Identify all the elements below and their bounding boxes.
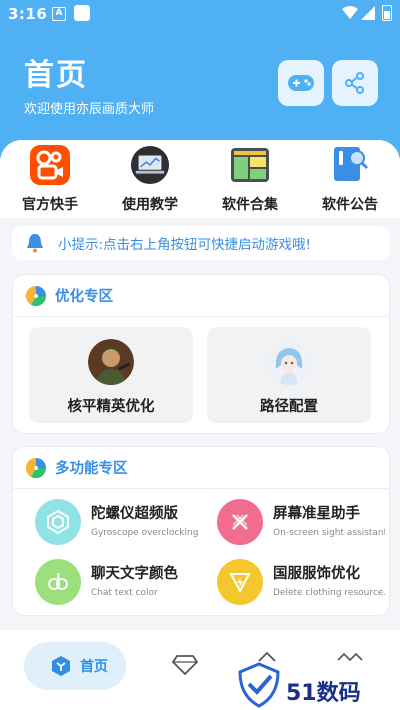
chat-text-color-feature[interactable]: 聊天文字颜色 Chat text color [35, 559, 205, 607]
optimize-section: 优化专区 核平精英优化 路径配置 [12, 274, 390, 434]
tile-tutorial[interactable]: 使用教学 [100, 144, 200, 216]
gyro-overclock-feature[interactable]: 陀螺仪超频版 Gyroscope overclocking [35, 499, 205, 547]
watermark-shield-icon [238, 662, 280, 708]
section-logo-icon [25, 457, 47, 478]
feature-desc: On-screen sight assistant [273, 528, 385, 538]
soldier-avatar-icon [88, 339, 134, 385]
tile-software-collection[interactable]: 软件合集 [200, 144, 300, 216]
nav-home-tab[interactable]: 首页 [24, 642, 126, 690]
feature-desc: Delete clothing resource... [273, 588, 385, 598]
wifi-icon [342, 6, 358, 19]
chat-color-icon [35, 559, 81, 605]
main-content: 官方快手 使用教学 软件合集 软件公告 小提示:点击右上角按钮可快捷启动游戏哦!… [0, 140, 400, 640]
crosshair-assistant-feature[interactable]: 屏幕准星助手 On-screen sight assistant [217, 499, 387, 547]
notice-search-icon [330, 144, 370, 186]
feature-desc: Gyroscope overclocking [91, 528, 199, 538]
status-bar: 3:16 A [0, 0, 400, 28]
tile-label: 软件合集 [222, 197, 278, 213]
signal-icon [361, 6, 375, 20]
notification-a-icon: A [52, 7, 66, 21]
home-cube-icon [52, 656, 70, 676]
feature-name: 屏幕准星助手 [273, 506, 360, 522]
tile-label: 软件公告 [322, 197, 378, 213]
crosshair-icon [217, 499, 263, 545]
clothing-optimize-feature[interactable]: 国服服饰优化 Delete clothing resource... [217, 559, 387, 607]
feature-name: 陀螺仪超频版 [91, 506, 178, 522]
battery-icon [382, 5, 392, 21]
feature-name: 国服服饰优化 [273, 566, 360, 582]
nav-more-icon[interactable] [336, 650, 364, 664]
tile-software-notice[interactable]: 软件公告 [300, 144, 400, 216]
share-icon [345, 72, 364, 94]
card-label: 路径配置 [260, 399, 318, 415]
notification-square-icon [74, 5, 90, 21]
section-header: 多功能专区 [13, 447, 389, 489]
multifunction-section: 多功能专区 陀螺仪超频版 Gyroscope overclocking 屏幕准星… [12, 446, 390, 616]
gyroscope-icon [35, 499, 81, 545]
tip-banner: 小提示:点击右上角按钮可快捷启动游戏哦! [12, 226, 390, 260]
anime-girl-avatar-icon [266, 339, 312, 385]
section-title: 优化专区 [55, 289, 113, 305]
tip-text: 小提示:点击右上角按钮可快捷启动游戏哦! [58, 237, 311, 253]
nav-diamond-icon[interactable] [172, 654, 198, 676]
section-header: 优化专区 [13, 275, 389, 317]
lightning-shield-icon [217, 559, 263, 605]
tile-label: 使用教学 [122, 197, 178, 213]
collection-grid-icon [230, 144, 270, 186]
page-title: 首页 [24, 58, 88, 93]
nav-home-label: 首页 [80, 659, 108, 675]
feature-desc: Chat text color [91, 588, 158, 598]
page-subtitle: 欢迎使用亦辰画质大师 [24, 102, 155, 117]
kuaishou-icon [30, 144, 70, 186]
share-button[interactable] [332, 60, 378, 106]
watermark-text: 51数码 [286, 681, 361, 706]
launch-game-button[interactable] [278, 60, 324, 106]
tile-official-kuaishou[interactable]: 官方快手 [0, 144, 100, 216]
section-title: 多功能专区 [55, 461, 128, 477]
status-time: 3:16 [8, 5, 48, 23]
gamepad-icon [288, 75, 314, 91]
pubg-optimize-card[interactable]: 核平精英优化 [29, 327, 193, 423]
tutorial-laptop-icon [130, 144, 170, 186]
path-config-card[interactable]: 路径配置 [207, 327, 371, 423]
quick-tiles: 官方快手 使用教学 软件合集 软件公告 [0, 140, 400, 218]
tile-label: 官方快手 [22, 197, 78, 213]
bell-icon [27, 234, 43, 253]
card-label: 核平精英优化 [67, 399, 155, 415]
feature-name: 聊天文字颜色 [91, 566, 178, 582]
section-logo-icon [25, 285, 47, 306]
